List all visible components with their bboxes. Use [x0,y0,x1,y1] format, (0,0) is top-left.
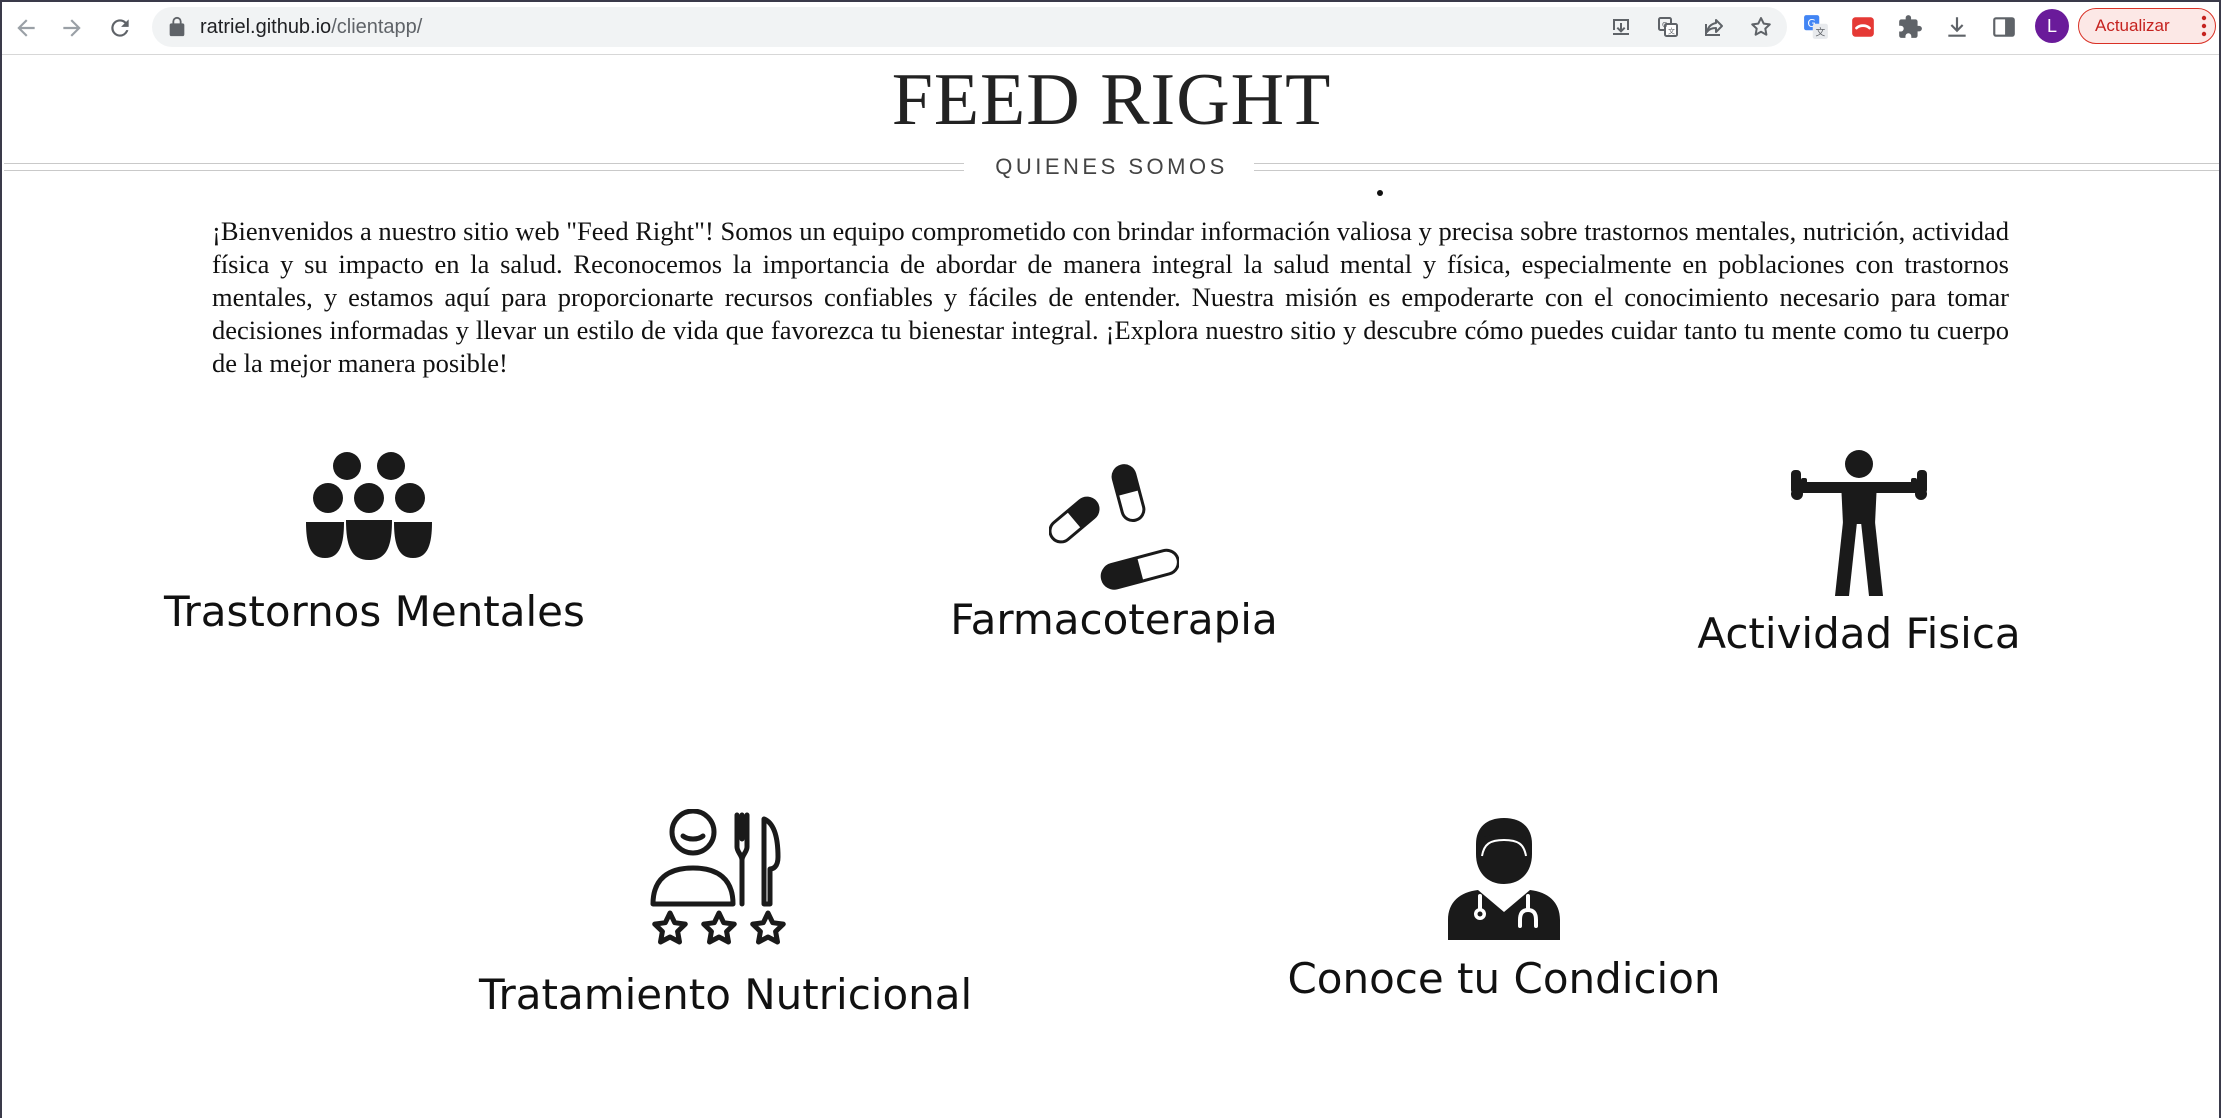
install-app-button[interactable] [1607,13,1635,41]
browser-toolbar: ratriel.github.io/clientapp/ G文 G文 L Act… [0,0,2221,55]
download-icon [1948,17,1966,37]
card-tratamiento-nutricional[interactable]: Tratamiento Nutricional [479,809,973,1020]
reload-button[interactable] [100,8,140,48]
back-arrow-icon [17,19,35,37]
card-label: Farmacoterapia [950,595,1278,644]
doctor-with-stethoscope-icon [1448,818,1560,940]
puzzle-icon [1899,15,1922,38]
share-icon [1705,19,1723,36]
card-conoce-tu-condicion[interactable]: Conoce tu Condicion [1264,818,1744,1004]
reload-icon [111,19,129,37]
section-heading: QUIENES SOMOS [995,154,1228,179]
stray-dot [1377,190,1383,196]
update-label: Actualizar [2095,16,2170,35]
page-content: FEED RIGHT QUIENES SOMOS ¡Bienvenidos a … [4,55,2219,1118]
card-label: Tratamiento Nutricional [479,970,973,1019]
kebab-menu-icon [2201,15,2207,37]
extensions-button[interactable] [1895,12,1925,42]
url-host: ratriel.github.io [200,16,332,38]
person-lifting-dumbbells-icon [1791,450,1927,596]
svg-text:G: G [1662,21,1667,29]
translate-icon: G文 [1658,17,1678,37]
card-trastornos-mentales[interactable]: Trastornos Mentales [164,450,585,637]
url-text[interactable]: ratriel.github.io/clientapp/ [200,16,422,38]
red-extension-icon [1852,17,1874,37]
pills-icon [1049,464,1179,590]
forward-arrow-icon [63,19,81,37]
card-actividad-fisica[interactable]: Actividad Fisica [1654,450,2064,659]
site-title: FEED RIGHT [891,59,1332,141]
intro-paragraph: ¡Bienvenidos a nuestro sitio web "Feed R… [212,216,2009,378]
card-label: Actividad Fisica [1697,609,2021,658]
profile-avatar[interactable]: L [2035,9,2069,43]
star-outline-icon [1751,17,1771,36]
url-path: /clientapp/ [331,16,423,38]
downloads-button[interactable] [1942,12,1972,42]
svg-text:文: 文 [1668,27,1675,36]
diner-with-cutlery-and-stars-icon [650,809,786,945]
install-icon [1613,19,1629,35]
card-label: Trastornos Mentales [164,587,585,636]
google-translate-icon: G文 [1804,15,1828,39]
back-button[interactable] [6,8,46,48]
lock-icon [169,16,185,37]
card-label: Conoce tu Condicion [1287,954,1721,1003]
group-of-people-icon [306,452,432,560]
forward-button[interactable] [52,8,92,48]
red-extension[interactable] [1848,12,1878,42]
side-panel-icon [1993,17,2015,37]
share-button[interactable] [1700,13,1728,41]
translate-button[interactable]: G文 [1654,13,1682,41]
bookmark-button[interactable] [1747,13,1775,41]
side-panel-button[interactable] [1989,12,2019,42]
svg-text:文: 文 [1815,26,1825,39]
update-button[interactable]: Actualizar [2078,8,2216,44]
address-bar[interactable]: ratriel.github.io/clientapp/ G文 [152,7,1787,47]
google-translate-extension[interactable]: G文 [1801,12,1831,42]
card-farmacoterapia[interactable]: Farmacoterapia [909,460,1319,645]
